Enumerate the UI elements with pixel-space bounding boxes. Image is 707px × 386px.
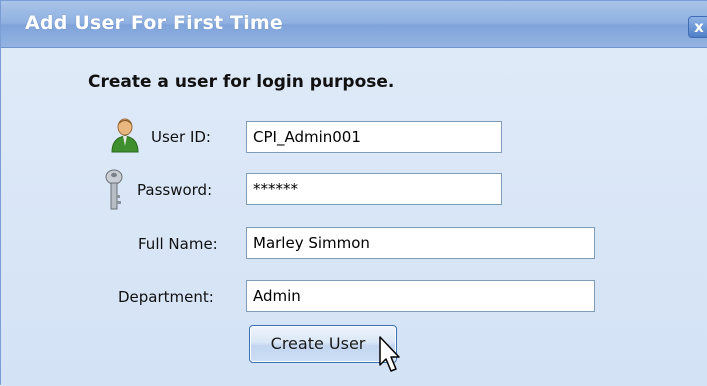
add-user-dialog: Add User For First Time x Create a user … [0, 0, 707, 386]
close-icon: x [694, 18, 704, 36]
department-input[interactable]: Admin [246, 280, 595, 312]
create-user-button[interactable]: Create User [249, 325, 397, 363]
user-id-label: User ID: [151, 128, 211, 146]
dialog-title: Add User For First Time [25, 12, 284, 34]
department-label: Department: [118, 288, 214, 306]
user-id-input[interactable]: CPI_Admin001 [246, 121, 502, 153]
key-icon [105, 169, 123, 210]
mouse-cursor-icon [379, 336, 400, 372]
full-name-label: Full Name: [138, 235, 218, 253]
dialog-title-bar[interactable]: Add User For First Time x [1, 1, 707, 48]
password-label: Password: [137, 181, 213, 199]
full-name-input[interactable]: Marley Simmon [246, 227, 595, 259]
form-heading: Create a user for login purpose. [88, 72, 395, 92]
close-button[interactable]: x [688, 16, 707, 38]
user-icon [111, 118, 139, 153]
password-input[interactable]: ****** [246, 173, 502, 205]
